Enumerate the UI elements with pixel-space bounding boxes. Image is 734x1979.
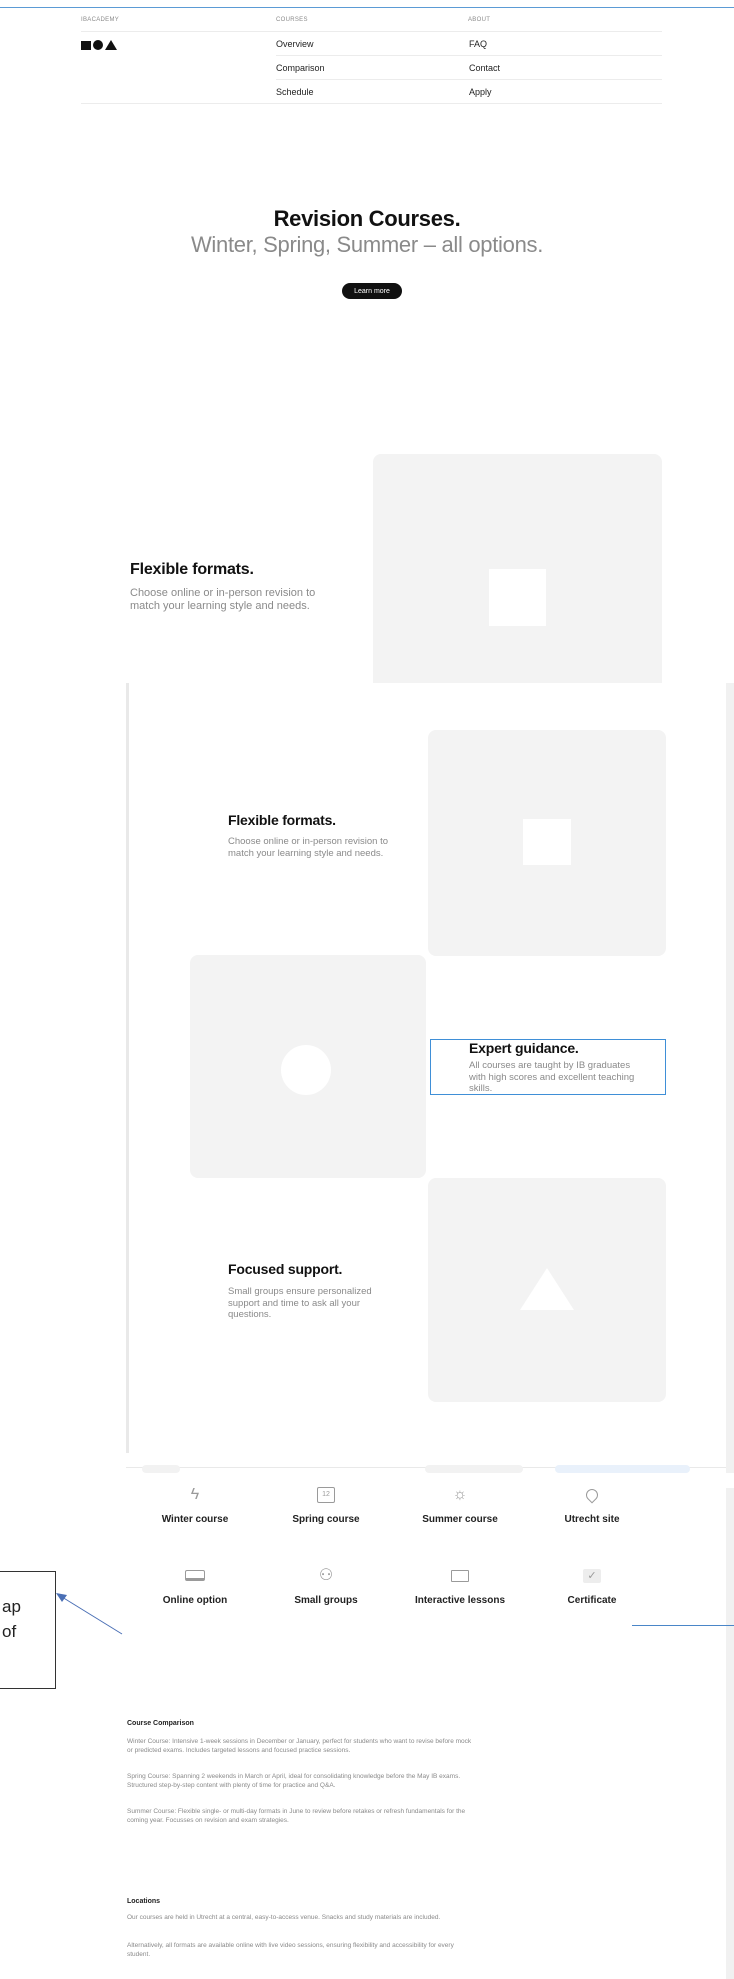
feature-description: All courses are taught by IB graduates w… — [469, 1060, 635, 1094]
presentation-icon — [390, 1565, 530, 1587]
sun-icon: ☼ — [452, 1486, 468, 1503]
offering-online[interactable]: Online option — [125, 1565, 265, 1606]
locations-paragraph: Alternatively, all formats are available… — [127, 1942, 454, 1958]
annotation-arrow — [56, 1593, 123, 1635]
logo-triangle-icon — [105, 40, 117, 50]
scrollbar-track[interactable] — [726, 683, 734, 1473]
offering-small-groups[interactable]: ⚇ Small groups — [256, 1565, 396, 1606]
logo-square-icon — [81, 40, 91, 50]
brand-logo[interactable] — [81, 40, 119, 50]
feature-title: Expert guidance. — [469, 1040, 579, 1056]
location-pin-icon — [522, 1484, 662, 1506]
comparison-paragraph: Spring Course: Spanning 2 weekends in Ma… — [127, 1773, 461, 1789]
annotation-pointer-line — [632, 1625, 734, 1626]
nav-divider — [276, 79, 662, 80]
checkmark-icon: ✓ — [522, 1565, 662, 1587]
partial-card-edge — [142, 1465, 180, 1473]
comparison-paragraph: Summer Course: Flexible single- or multi… — [127, 1808, 466, 1824]
feature-title: Focused support. — [228, 1261, 343, 1277]
nav-about-heading: ABOUT — [468, 17, 491, 23]
hero-subtitle: Winter, Spring, Summer – all options. — [190, 232, 544, 257]
feature-title: Flexible formats. — [228, 812, 336, 828]
offering-label: Certificate — [567, 1595, 617, 1606]
preview-feature-description: Choose online or in-person revision to m… — [130, 587, 316, 612]
nav-divider — [276, 55, 662, 56]
learn-more-button[interactable]: Learn more — [342, 283, 402, 299]
people-icon: ⚇ — [318, 1567, 334, 1584]
feature-description: Small groups ensure personalized support… — [228, 1286, 372, 1320]
nav-link-apply[interactable]: Apply — [469, 87, 492, 97]
hero-title: Revision Courses. — [273, 206, 461, 231]
nav-link-schedule[interactable]: Schedule — [276, 87, 314, 97]
offering-label: Interactive lessons — [414, 1595, 506, 1606]
square-shape-icon — [489, 569, 546, 626]
nav-link-comparison[interactable]: Comparison — [276, 63, 325, 73]
feature-card — [190, 955, 426, 1178]
panel-left-edge — [126, 683, 129, 1453]
comparison-heading: Course Comparison — [127, 1720, 194, 1727]
partial-card-edge — [555, 1465, 690, 1473]
nav-brand-heading: IBACADEMY — [81, 17, 120, 23]
feature-card — [428, 1178, 666, 1402]
scrollbar-track[interactable] — [726, 1488, 734, 1979]
nav-divider — [81, 103, 662, 104]
offering-label: Online option — [162, 1595, 228, 1606]
lightning-icon: ϟ — [190, 1486, 200, 1503]
offering-label: Utrecht site — [564, 1514, 620, 1525]
nav-link-contact[interactable]: Contact — [469, 63, 500, 73]
preview-feature-card — [373, 454, 662, 683]
preview-feature-title: Flexible formats. — [130, 561, 254, 578]
feature-description: Choose online or in-person revision to m… — [228, 836, 389, 859]
nav-courses-heading: COURSES — [276, 17, 308, 23]
offering-certificate[interactable]: ✓ Certificate — [522, 1565, 662, 1606]
calendar-icon: 12 — [256, 1484, 396, 1506]
partial-card-edge — [425, 1465, 523, 1473]
offering-summer[interactable]: ☼ Summer course — [390, 1484, 530, 1525]
offering-label: Spring course — [292, 1514, 360, 1525]
annotation-callout-text: ap of — [2, 1597, 21, 1641]
offering-label: Winter course — [161, 1514, 229, 1525]
offering-winter[interactable]: ϟ Winter course — [125, 1484, 265, 1525]
offering-interactive[interactable]: Interactive lessons — [390, 1565, 530, 1606]
square-shape-icon — [523, 819, 571, 865]
offering-utrecht[interactable]: Utrecht site — [522, 1484, 662, 1525]
comparison-paragraph: Winter Course: Intensive 1-week sessions… — [127, 1738, 472, 1754]
circle-shape-icon — [281, 1045, 331, 1095]
nav-link-faq[interactable]: FAQ — [469, 39, 487, 49]
offering-label: Small groups — [294, 1595, 358, 1606]
locations-paragraph: Our courses are held in Utrecht at a cen… — [127, 1914, 441, 1921]
logo-circle-icon — [93, 40, 103, 50]
offering-label: Summer course — [422, 1514, 498, 1525]
feature-card — [428, 730, 666, 956]
triangle-shape-icon — [520, 1268, 574, 1310]
laptop-icon — [125, 1565, 265, 1587]
nav-divider — [81, 31, 662, 32]
nav-link-overview[interactable]: Overview — [276, 39, 314, 49]
offering-spring[interactable]: 12 Spring course — [256, 1484, 396, 1525]
locations-heading: Locations — [127, 1898, 161, 1905]
top-border-line — [0, 7, 734, 8]
